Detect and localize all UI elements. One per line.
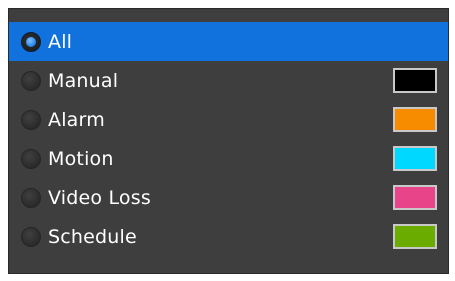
- filter-item-label: Video Loss: [48, 186, 151, 209]
- radio-unselected-icon[interactable]: [21, 187, 41, 208]
- event-filter-panel: All Manual Alarm Motion Video Loss Sched…: [8, 8, 449, 274]
- color-swatch-manual[interactable]: [393, 68, 437, 93]
- panel-top-strip: [9, 9, 448, 22]
- filter-item-label: Alarm: [48, 108, 105, 131]
- color-swatch-video-loss[interactable]: [393, 185, 437, 210]
- radio-selected-icon[interactable]: [21, 31, 41, 52]
- event-type-list: All Manual Alarm Motion Video Loss Sched…: [9, 22, 448, 256]
- filter-item-label: Manual: [48, 69, 119, 92]
- filter-item-manual[interactable]: Manual: [9, 61, 448, 100]
- filter-item-label: Schedule: [48, 225, 137, 248]
- color-swatch-schedule[interactable]: [393, 224, 437, 249]
- filter-item-alarm[interactable]: Alarm: [9, 100, 448, 139]
- filter-item-video-loss[interactable]: Video Loss: [9, 178, 448, 217]
- panel-bottom-strip: [9, 254, 448, 273]
- radio-unselected-icon[interactable]: [21, 148, 41, 169]
- filter-item-motion[interactable]: Motion: [9, 139, 448, 178]
- radio-unselected-icon[interactable]: [21, 70, 41, 91]
- radio-unselected-icon[interactable]: [21, 109, 41, 130]
- color-swatch-alarm[interactable]: [393, 107, 437, 132]
- filter-item-all[interactable]: All: [9, 22, 448, 61]
- filter-item-label: All: [48, 30, 73, 53]
- color-swatch-motion[interactable]: [393, 146, 437, 171]
- radio-unselected-icon[interactable]: [21, 226, 41, 247]
- filter-item-label: Motion: [48, 147, 114, 170]
- filter-item-schedule[interactable]: Schedule: [9, 217, 448, 256]
